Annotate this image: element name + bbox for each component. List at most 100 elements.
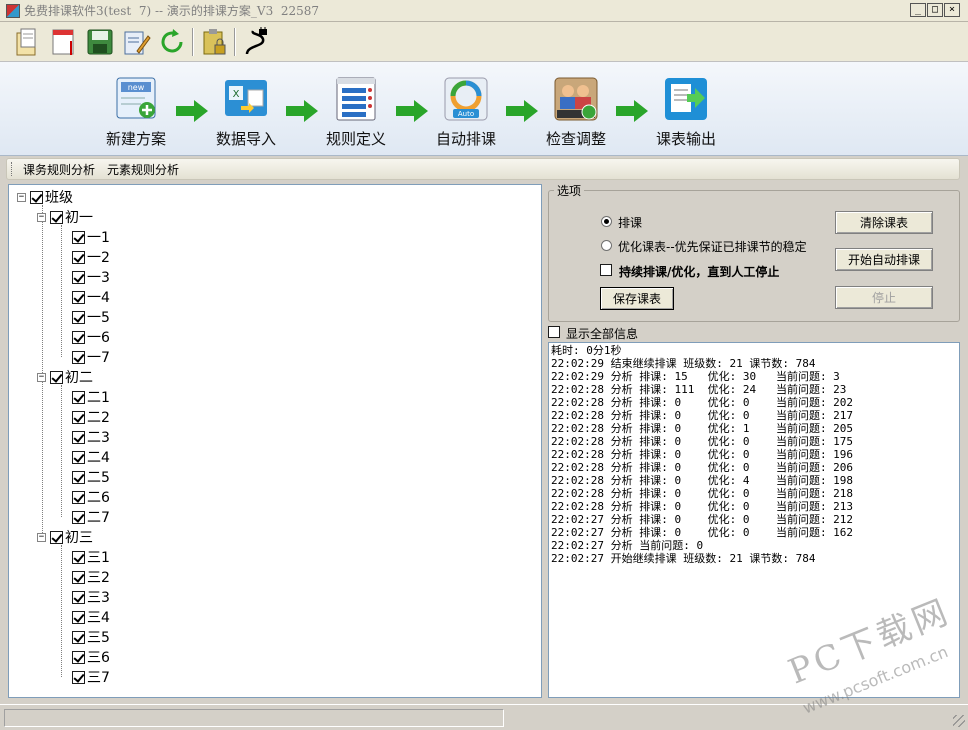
open-folder-icon[interactable] <box>12 26 44 58</box>
window-title: 免费排课软件3(test 7) -- 演示的排课方案_V3 22587 <box>24 4 320 18</box>
class-checkbox[interactable] <box>72 430 85 444</box>
tree-node-label: 一2 <box>87 250 110 266</box>
tree-node-grade-1[interactable]: − 初一 <box>37 207 93 227</box>
tree-node-class[interactable]: 三3 <box>72 587 110 607</box>
tree-node-class[interactable]: 三6 <box>72 647 110 667</box>
grade-checkbox[interactable] <box>50 210 63 224</box>
class-checkbox[interactable] <box>72 230 85 244</box>
schedule-radio[interactable] <box>601 216 612 227</box>
save-disk-icon[interactable] <box>84 26 116 58</box>
class-checkbox[interactable] <box>72 670 85 684</box>
step-data-import[interactable]: X 数据导入 <box>196 76 296 149</box>
tree-node-class[interactable]: 三1 <box>72 547 110 567</box>
root-checkbox[interactable] <box>30 190 43 204</box>
options-legend: 选项 <box>554 182 585 199</box>
tree-node-class[interactable]: 三7 <box>72 667 110 687</box>
step-new-plan[interactable]: new 新建方案 <box>86 76 186 149</box>
svg-text:X: X <box>233 89 240 100</box>
class-checkbox[interactable] <box>72 610 85 624</box>
start-auto-schedule-button[interactable]: 开始自动排课 <box>835 248 933 271</box>
tree-node-class[interactable]: 一1 <box>72 227 110 247</box>
class-checkbox[interactable] <box>72 630 85 644</box>
tree-node-class[interactable]: 一6 <box>72 327 110 347</box>
tree-node-class[interactable]: 一7 <box>72 347 110 367</box>
step-check-adjust[interactable]: 检查调整 <box>526 76 626 149</box>
class-checkbox[interactable] <box>72 290 85 304</box>
show-all-info-checkbox[interactable] <box>548 326 560 338</box>
tree-node-label: 二3 <box>87 430 110 446</box>
step-auto-schedule[interactable]: Auto 自动排课 <box>416 76 516 149</box>
collapse-icon[interactable]: − <box>37 532 46 542</box>
class-checkbox[interactable] <box>72 570 85 584</box>
new-document-icon[interactable] <box>48 26 80 58</box>
log-line: 22:02:27 分析 排课: 0 优化: 0 当前问题: 212 <box>551 513 854 526</box>
connect-plug-icon[interactable] <box>240 26 272 58</box>
tree-node-label: 一1 <box>87 230 110 246</box>
tree-node-class[interactable]: 三4 <box>72 607 110 627</box>
refresh-icon[interactable] <box>156 26 188 58</box>
class-checkbox[interactable] <box>72 470 85 484</box>
stop-button[interactable]: 停止 <box>835 286 933 309</box>
step-rule-define[interactable]: 规则定义 <box>306 76 406 149</box>
optimize-radio[interactable] <box>601 240 612 251</box>
tree-node-label: 三2 <box>87 570 110 586</box>
tree-node-class[interactable]: 三5 <box>72 627 110 647</box>
tree-node-class[interactable]: 二7 <box>72 507 110 527</box>
class-checkbox[interactable] <box>72 330 85 344</box>
tree-node-class[interactable]: 二4 <box>72 447 110 467</box>
element-rule-analysis-button[interactable]: 元素规则分析 <box>104 160 182 179</box>
class-checkbox[interactable] <box>72 270 85 284</box>
tree-line <box>61 545 62 677</box>
tree-node-root[interactable]: − 班级 <box>17 187 73 207</box>
step-label: 课表输出 <box>655 130 716 148</box>
save-schedule-button[interactable]: 保存课表 <box>600 287 674 310</box>
tree-node-class[interactable]: 二1 <box>72 387 110 407</box>
class-checkbox[interactable] <box>72 410 85 424</box>
tree-node-label: 二5 <box>87 470 110 486</box>
class-checkbox[interactable] <box>72 390 85 404</box>
tree-node-class[interactable]: 二3 <box>72 427 110 447</box>
edit-document-icon[interactable] <box>120 26 152 58</box>
tree-node-class[interactable]: 三2 <box>72 567 110 587</box>
tree-node-class[interactable]: 二5 <box>72 467 110 487</box>
toolbar-grip[interactable] <box>11 162 14 176</box>
class-checkbox[interactable] <box>72 590 85 604</box>
tree-node-class[interactable]: 一2 <box>72 247 110 267</box>
class-checkbox[interactable] <box>72 490 85 504</box>
tree-node-class[interactable]: 二6 <box>72 487 110 507</box>
course-rule-analysis-button[interactable]: 课务规则分析 <box>20 160 98 179</box>
step-export[interactable]: 课表输出 <box>636 76 736 149</box>
class-checkbox[interactable] <box>72 550 85 564</box>
tree-node-grade-3[interactable]: − 初三 <box>37 527 93 547</box>
grade-checkbox[interactable] <box>50 530 63 544</box>
clear-schedule-button[interactable]: 清除课表 <box>835 211 933 234</box>
grade-checkbox[interactable] <box>50 370 63 384</box>
class-checkbox[interactable] <box>72 350 85 364</box>
tree-node-class[interactable]: 一4 <box>72 287 110 307</box>
class-checkbox[interactable] <box>72 250 85 264</box>
close-button[interactable]: × <box>944 3 960 17</box>
continuous-checkbox[interactable] <box>600 264 612 276</box>
resize-grip-icon[interactable] <box>953 715 965 727</box>
log-line: 22:02:28 分析 排课: 0 优化: 0 当前问题: 217 <box>551 409 854 422</box>
class-checkbox[interactable] <box>72 450 85 464</box>
log-line: 22:02:28 分析 排课: 0 优化: 0 当前问题: 213 <box>551 500 854 513</box>
collapse-icon[interactable]: − <box>37 212 46 222</box>
collapse-icon[interactable]: − <box>37 372 46 382</box>
tree-node-label: 一7 <box>87 350 110 366</box>
tree-node-class[interactable]: 二2 <box>72 407 110 427</box>
tree-node-grade-2[interactable]: − 初二 <box>37 367 93 387</box>
class-checkbox[interactable] <box>72 310 85 324</box>
tree-node-class[interactable]: 一3 <box>72 267 110 287</box>
clipboard-lock-icon[interactable] <box>198 26 230 58</box>
log-line: 22:02:29 分析 排课: 15 优化: 30 当前问题: 3 <box>551 370 840 383</box>
class-checkbox[interactable] <box>72 510 85 524</box>
collapse-icon[interactable]: − <box>17 192 26 202</box>
tree-node-label: 初三 <box>65 530 93 546</box>
log-line: 22:02:28 分析 排课: 0 优化: 0 当前问题: 196 <box>551 448 854 461</box>
maximize-button[interactable]: □ <box>927 3 943 17</box>
auto-schedule-icon: Auto <box>444 77 488 121</box>
minimize-button[interactable]: _ <box>910 3 926 17</box>
class-checkbox[interactable] <box>72 650 85 664</box>
tree-node-class[interactable]: 一5 <box>72 307 110 327</box>
